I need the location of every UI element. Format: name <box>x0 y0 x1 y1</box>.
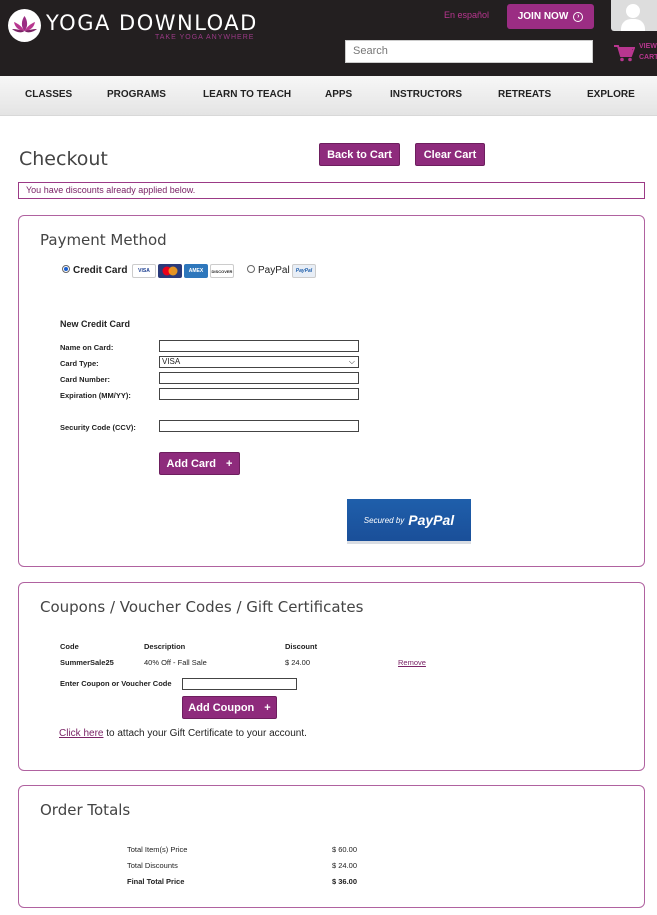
clear-cart-button[interactable]: Clear Cart <box>415 143 485 166</box>
paypal-radio[interactable] <box>247 265 255 273</box>
credit-card-radio[interactable] <box>62 265 70 273</box>
plus-icon: + <box>226 457 233 470</box>
nav-retreats[interactable]: RETREATS <box>498 89 551 100</box>
nav-learn-to-teach[interactable]: LEARN TO TEACH <box>203 89 291 100</box>
col-discount: Discount <box>285 642 318 651</box>
main-nav: CLASSES PROGRAMS LEARN TO TEACH APPS INS… <box>0 76 657 116</box>
search-input[interactable]: Search <box>345 40 593 63</box>
payment-method-title: Payment Method <box>40 231 167 249</box>
arrow-circle-icon: › <box>573 11 584 22</box>
add-coupon-label: Add Coupon <box>188 701 255 714</box>
enter-coupon-label: Enter Coupon or Voucher Code <box>60 679 172 688</box>
cart-line-1: VIEW <box>639 43 657 50</box>
card-type-select[interactable]: VISA ⌵ <box>159 356 359 368</box>
nav-explore[interactable]: EXPLORE <box>587 89 635 100</box>
name-on-card-input[interactable] <box>159 340 359 352</box>
final-total-label: Final Total Price <box>127 877 185 886</box>
expiration-input[interactable] <box>159 388 359 400</box>
coupon-discount: $ 24.00 <box>285 658 311 667</box>
order-totals-title: Order Totals <box>40 801 131 819</box>
mastercard-icon <box>158 264 182 278</box>
back-to-cart-button[interactable]: Back to Cart <box>319 143 400 166</box>
nav-classes[interactable]: CLASSES <box>25 89 72 100</box>
discount-notice: You have discounts already applied below… <box>18 182 645 199</box>
cart-line-2: CART <box>639 54 657 61</box>
security-code-input[interactable] <box>159 420 359 432</box>
expiration-label: Expiration (MM/YY): <box>60 391 131 400</box>
lotus-logo-icon[interactable] <box>8 9 41 42</box>
coupons-title: Coupons / Voucher Codes / Gift Certifica… <box>40 598 364 616</box>
coupon-code-input[interactable] <box>182 678 297 690</box>
nav-apps[interactable]: APPS <box>325 89 352 100</box>
order-totals-panel: Order Totals Total Item(s) Price $ 60.00… <box>18 785 645 908</box>
name-on-card-label: Name on Card: <box>60 343 114 352</box>
credit-card-label: Credit Card <box>73 265 128 276</box>
amex-icon: AMEX <box>184 264 208 278</box>
final-total-value: $ 36.00 <box>332 877 358 886</box>
coupon-code: SummerSale25 <box>60 658 114 667</box>
language-link[interactable]: En español <box>444 10 489 20</box>
payment-method-panel: Payment Method Credit Card VISA AMEX DIS… <box>18 215 645 567</box>
card-number-input[interactable] <box>159 372 359 384</box>
page-title: Checkout <box>19 148 108 170</box>
cart-icon[interactable] <box>613 44 635 62</box>
join-now-button[interactable]: JOIN NOW › <box>507 4 594 29</box>
discover-icon: DISCOVER <box>210 264 234 278</box>
add-card-button[interactable]: Add Card + <box>159 452 240 475</box>
card-type-value: VISA <box>162 357 181 366</box>
account-avatar-icon[interactable] <box>611 0 657 31</box>
paypal-small-icon: PayPal <box>292 264 316 278</box>
view-cart-link[interactable]: VIEW CART <box>639 41 657 63</box>
top-header: YOGA DOWNLOAD TAKE YOGA ANYWHERE En espa… <box>0 0 657 76</box>
visa-icon: VISA <box>132 264 156 278</box>
col-description: Description <box>144 642 186 651</box>
plus-icon: + <box>264 701 271 714</box>
click-here-link[interactable]: Click here <box>59 728 103 739</box>
nav-programs[interactable]: PROGRAMS <box>107 89 166 100</box>
paypal-label: PayPal <box>258 265 290 276</box>
join-now-label: JOIN NOW <box>517 11 569 22</box>
logo-tagline: TAKE YOGA ANYWHERE <box>155 34 255 41</box>
add-coupon-button[interactable]: Add Coupon + <box>182 696 277 719</box>
chevron-down-icon: ⌵ <box>348 357 355 366</box>
coupons-panel: Coupons / Voucher Codes / Gift Certifica… <box>18 582 645 771</box>
remove-coupon-link[interactable]: Remove <box>398 658 426 667</box>
total-discounts-value: $ 24.00 <box>332 861 358 870</box>
secured-by-paypal-badge: Secured by PayPal <box>347 499 471 544</box>
col-code: Code <box>60 642 79 651</box>
security-code-label: Security Code (CCV): <box>60 423 136 432</box>
gift-certificate-text: to attach your Gift Certificate to your … <box>103 728 307 739</box>
total-items-value: $ 60.00 <box>332 845 358 854</box>
paypal-brand: PayPal <box>408 512 455 528</box>
card-number-label: Card Number: <box>60 375 111 384</box>
new-card-heading: New Credit Card <box>60 319 131 329</box>
total-items-label: Total Item(s) Price <box>127 845 188 854</box>
logo-text[interactable]: YOGA DOWNLOAD <box>46 11 258 35</box>
coupon-description: 40% Off - Fall Sale <box>144 658 207 667</box>
nav-instructors[interactable]: INSTRUCTORS <box>390 89 462 100</box>
secured-by-text: Secured by <box>363 515 405 525</box>
gift-certificate-line: Click here to attach your Gift Certifica… <box>59 728 307 739</box>
card-type-label: Card Type: <box>60 359 99 368</box>
add-card-label: Add Card <box>166 457 217 470</box>
total-discounts-label: Total Discounts <box>127 861 178 870</box>
